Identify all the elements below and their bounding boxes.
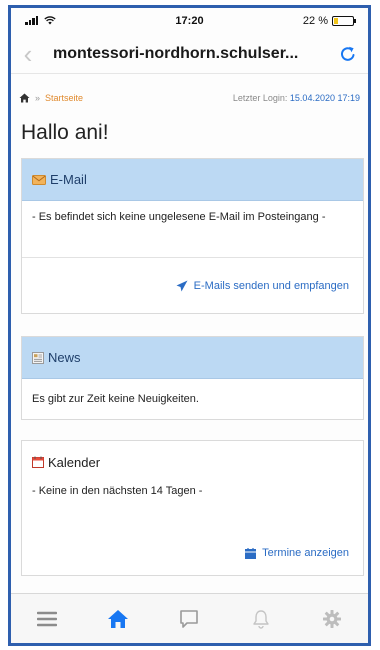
breadcrumb-separator: »	[35, 93, 41, 103]
news-panel: News Es gibt zur Zeit keine Neuigkeiten.	[21, 336, 364, 420]
last-login-value[interactable]: 15.04.2020 17:19	[290, 93, 360, 103]
battery-percent: 22 %	[302, 15, 328, 27]
calendar-panel-header: Kalender	[22, 441, 363, 483]
status-bar: 17:20 22 %	[11, 8, 368, 34]
breadcrumb-home-link[interactable]: Startseite	[45, 93, 83, 103]
battery-icon	[332, 16, 356, 26]
battery-fill	[334, 18, 338, 24]
breadcrumb: » Startseite Letzter Login: 15.04.2020 1…	[11, 90, 368, 106]
last-login-label: Letzter Login:	[232, 93, 288, 103]
calendar-panel-message: - Keine in den nächsten 14 Tagen -	[32, 485, 203, 497]
home-icon[interactable]	[19, 93, 30, 103]
calendar-panel: Kalender - Keine in den nächsten 14 Tage…	[21, 440, 364, 576]
back-chevron-icon[interactable]: ‹	[11, 39, 45, 69]
email-panel-message: - Es befindet sich keine ungelesene E-Ma…	[32, 211, 326, 223]
phone-screenshot-frame: 17:20 22 % ‹ montessori-nordhorn.schulse…	[8, 5, 371, 646]
reload-button[interactable]	[328, 45, 368, 63]
tab-menu[interactable]	[27, 604, 67, 634]
browser-address-bar: ‹ montessori-nordhorn.schulser...	[11, 34, 368, 74]
calendar-icon	[32, 456, 44, 468]
show-appointments-label: Termine anzeigen	[262, 547, 349, 559]
calendar-list-icon	[245, 547, 257, 559]
tab-notifications[interactable]	[241, 604, 281, 634]
calendar-panel-title: Kalender	[48, 454, 101, 470]
envelope-icon	[32, 174, 46, 185]
status-right: 22 %	[302, 15, 356, 27]
email-send-receive-link[interactable]: E-Mails senden und empfangen	[22, 258, 363, 314]
page-title: Hallo ani!	[21, 121, 109, 144]
news-panel-message: Es gibt zur Zeit keine Neuigkeiten.	[32, 393, 199, 405]
url-field[interactable]: montessori-nordhorn.schulser...	[45, 45, 328, 63]
email-panel-title: E-Mail	[50, 172, 87, 187]
gear-icon	[323, 609, 342, 628]
email-panel-header: E-Mail	[22, 159, 363, 201]
bottom-tab-bar	[11, 593, 368, 643]
reload-icon	[340, 46, 355, 61]
bell-icon	[253, 609, 269, 629]
home-icon	[108, 609, 129, 628]
tab-home[interactable]	[98, 604, 138, 634]
email-send-receive-label: E-Mails senden und empfangen	[193, 280, 349, 292]
chat-icon	[180, 609, 199, 628]
tab-messages[interactable]	[169, 604, 209, 634]
newspaper-icon	[32, 351, 44, 364]
email-panel: E-Mail - Es befindet sich keine ungelese…	[21, 158, 364, 314]
paper-plane-icon	[176, 280, 188, 292]
tab-settings[interactable]	[312, 604, 352, 634]
news-panel-header: News	[22, 337, 363, 379]
show-appointments-link[interactable]: Termine anzeigen	[22, 533, 363, 573]
news-panel-title: News	[48, 350, 81, 365]
menu-icon	[36, 611, 57, 626]
last-login: Letzter Login: 15.04.2020 17:19	[233, 93, 360, 103]
